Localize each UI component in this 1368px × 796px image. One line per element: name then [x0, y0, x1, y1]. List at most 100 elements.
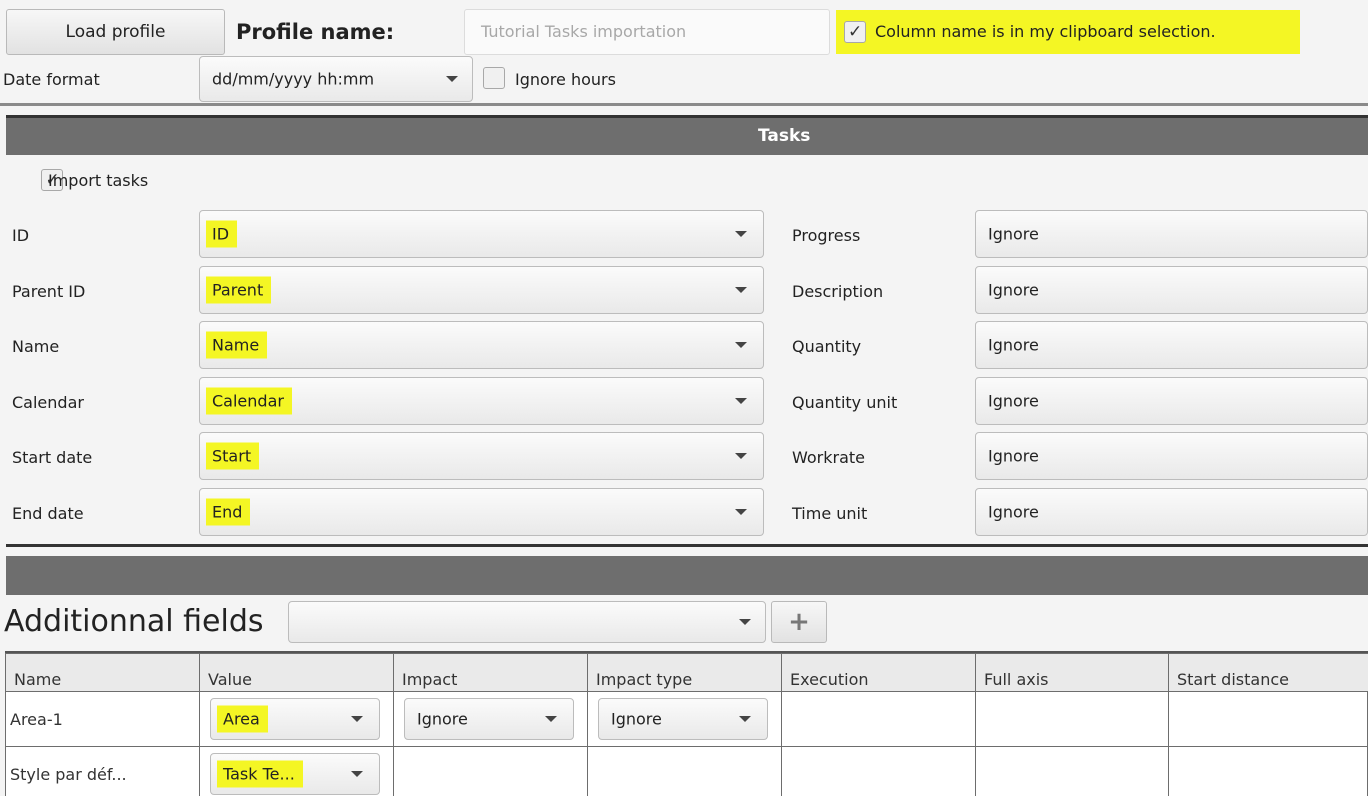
- chevron-down-icon: [735, 286, 747, 293]
- add-field-button[interactable]: +: [771, 601, 827, 643]
- chevron-down-icon: [735, 397, 747, 404]
- column-header-label: Execution: [790, 670, 869, 689]
- additional-fields-table: Name Value Impact Impact type Execution Full …: [5, 651, 1368, 796]
- task-extra-field-select[interactable]: Ignore: [975, 265, 1368, 314]
- task-extra-field-label: Workrate: [792, 448, 866, 467]
- table-column-header[interactable]: Full axis: [975, 653, 1168, 691]
- chevron-down-icon: [446, 76, 458, 82]
- row-value-value: Task Te...: [217, 760, 303, 788]
- table-cell: Area: [199, 691, 393, 746]
- chevron-down-icon: [545, 716, 557, 722]
- table-cell: Task Te...: [199, 746, 393, 796]
- task-field-value: End: [206, 498, 251, 525]
- column-header-label: Value: [208, 670, 252, 689]
- column-header-label: Start distance: [1177, 670, 1289, 689]
- table-column-header[interactable]: Impact type: [587, 653, 781, 691]
- additional-fields-select[interactable]: [288, 601, 766, 643]
- chevron-down-icon: [351, 716, 363, 722]
- chevron-down-icon: [739, 716, 751, 722]
- task-field-value: Name: [206, 331, 268, 359]
- ignore-hours-checkbox[interactable]: [483, 67, 505, 89]
- table-cell: [393, 746, 587, 796]
- table-column-header[interactable]: Value: [199, 653, 393, 691]
- task-field-value: Parent: [206, 276, 272, 303]
- table-cell: [1168, 691, 1368, 746]
- tasks-section-bar: Tasks: [6, 115, 1368, 155]
- task-extra-field-select[interactable]: Ignore: [975, 376, 1368, 425]
- table-cell: [587, 746, 781, 796]
- load-profile-button[interactable]: Load profile: [6, 9, 225, 55]
- clipboard-checkbox-row[interactable]: ✓ Column name is in my clipboard selecti…: [836, 10, 1300, 54]
- column-header-label: Full axis: [984, 670, 1049, 689]
- task-field-select[interactable]: Name: [199, 321, 764, 369]
- table-cell: Ignore: [587, 691, 781, 746]
- task-extra-field-label: Description: [792, 281, 884, 301]
- row-impact-type-select[interactable]: Ignore: [598, 698, 768, 740]
- row-name: Style par déf...: [10, 765, 127, 784]
- task-extra-field-label: Time unit: [792, 503, 868, 523]
- chevron-down-icon: [735, 231, 747, 237]
- task-field-value: Start: [206, 442, 260, 470]
- separator: [6, 544, 1368, 547]
- row-value-select[interactable]: Area: [210, 698, 380, 740]
- import-tasks-label: Import tasks: [48, 171, 149, 190]
- date-format-label: Date format: [3, 70, 100, 89]
- date-format-select[interactable]: dd/mm/yyyy hh:mm: [199, 56, 473, 102]
- row-value-value: Area: [217, 705, 268, 733]
- ignore-hours-label: Ignore hours: [515, 70, 616, 89]
- task-extra-field-select[interactable]: Ignore: [975, 321, 1368, 369]
- table-cell: [781, 691, 975, 746]
- column-header-label: Name: [14, 670, 62, 689]
- task-field-select[interactable]: Calendar: [199, 376, 764, 425]
- task-field-label: Name: [12, 337, 60, 356]
- task-extra-field-label: Quantity: [792, 337, 862, 356]
- profile-name-label: Profile name:: [236, 20, 395, 44]
- plus-icon: +: [788, 607, 810, 637]
- tasks-section-title: Tasks: [758, 126, 811, 146]
- load-profile-label: Load profile: [65, 22, 166, 42]
- task-field-label: End date: [12, 503, 84, 523]
- task-field-label: Calendar: [12, 392, 84, 412]
- chevron-down-icon: [739, 619, 751, 625]
- task-field-select[interactable]: End: [199, 487, 764, 536]
- task-extra-field-value: Ignore: [988, 224, 1039, 244]
- table-cell: [781, 746, 975, 796]
- task-extra-field-label: Quantity unit: [792, 392, 898, 412]
- task-field-select[interactable]: ID: [199, 210, 764, 258]
- column-header-label: Impact: [402, 670, 458, 689]
- chevron-down-icon: [735, 508, 747, 515]
- table-column-header[interactable]: Start distance: [1168, 653, 1368, 691]
- additional-fields-title: Additionnal fields: [4, 604, 264, 639]
- task-extra-field-select[interactable]: Ignore: [975, 432, 1368, 480]
- task-extra-field-value: Ignore: [988, 280, 1039, 299]
- task-extra-field-select[interactable]: Ignore: [975, 210, 1368, 258]
- date-format-value: dd/mm/yyyy hh:mm: [212, 69, 375, 89]
- table-cell: Style par déf...: [5, 746, 199, 796]
- row-impact-value: Ignore: [417, 709, 468, 729]
- chevron-down-icon: [351, 771, 363, 777]
- task-extra-field-value: Ignore: [988, 446, 1039, 466]
- check-icon: ✓: [848, 22, 863, 42]
- column-header-label: Impact type: [596, 670, 693, 689]
- task-extra-field-label: Progress: [792, 226, 861, 245]
- task-extra-field-value: Ignore: [988, 391, 1039, 410]
- task-field-label: Start date: [12, 448, 93, 467]
- task-field-value: ID: [206, 220, 238, 248]
- table-column-header[interactable]: Name: [5, 653, 199, 691]
- task-extra-field-select[interactable]: Ignore: [975, 487, 1368, 536]
- profile-name-input[interactable]: Tutorial Tasks importation: [464, 9, 830, 55]
- task-field-label: Parent ID: [12, 281, 86, 301]
- task-field-value: Calendar: [206, 387, 292, 414]
- table-cell: Area-1: [5, 691, 199, 746]
- row-impact-type-value: Ignore: [611, 709, 662, 729]
- row-value-select[interactable]: Task Te...: [210, 753, 380, 795]
- clipboard-checkbox[interactable]: ✓: [844, 21, 866, 43]
- task-extra-field-value: Ignore: [988, 335, 1039, 355]
- task-extra-field-value: Ignore: [988, 502, 1039, 521]
- table-column-header[interactable]: Execution: [781, 653, 975, 691]
- task-field-select[interactable]: Parent: [199, 265, 764, 314]
- table-column-header[interactable]: Impact: [393, 653, 587, 691]
- additional-section-bar: [6, 556, 1368, 595]
- task-field-select[interactable]: Start: [199, 432, 764, 480]
- row-impact-select[interactable]: Ignore: [404, 698, 574, 740]
